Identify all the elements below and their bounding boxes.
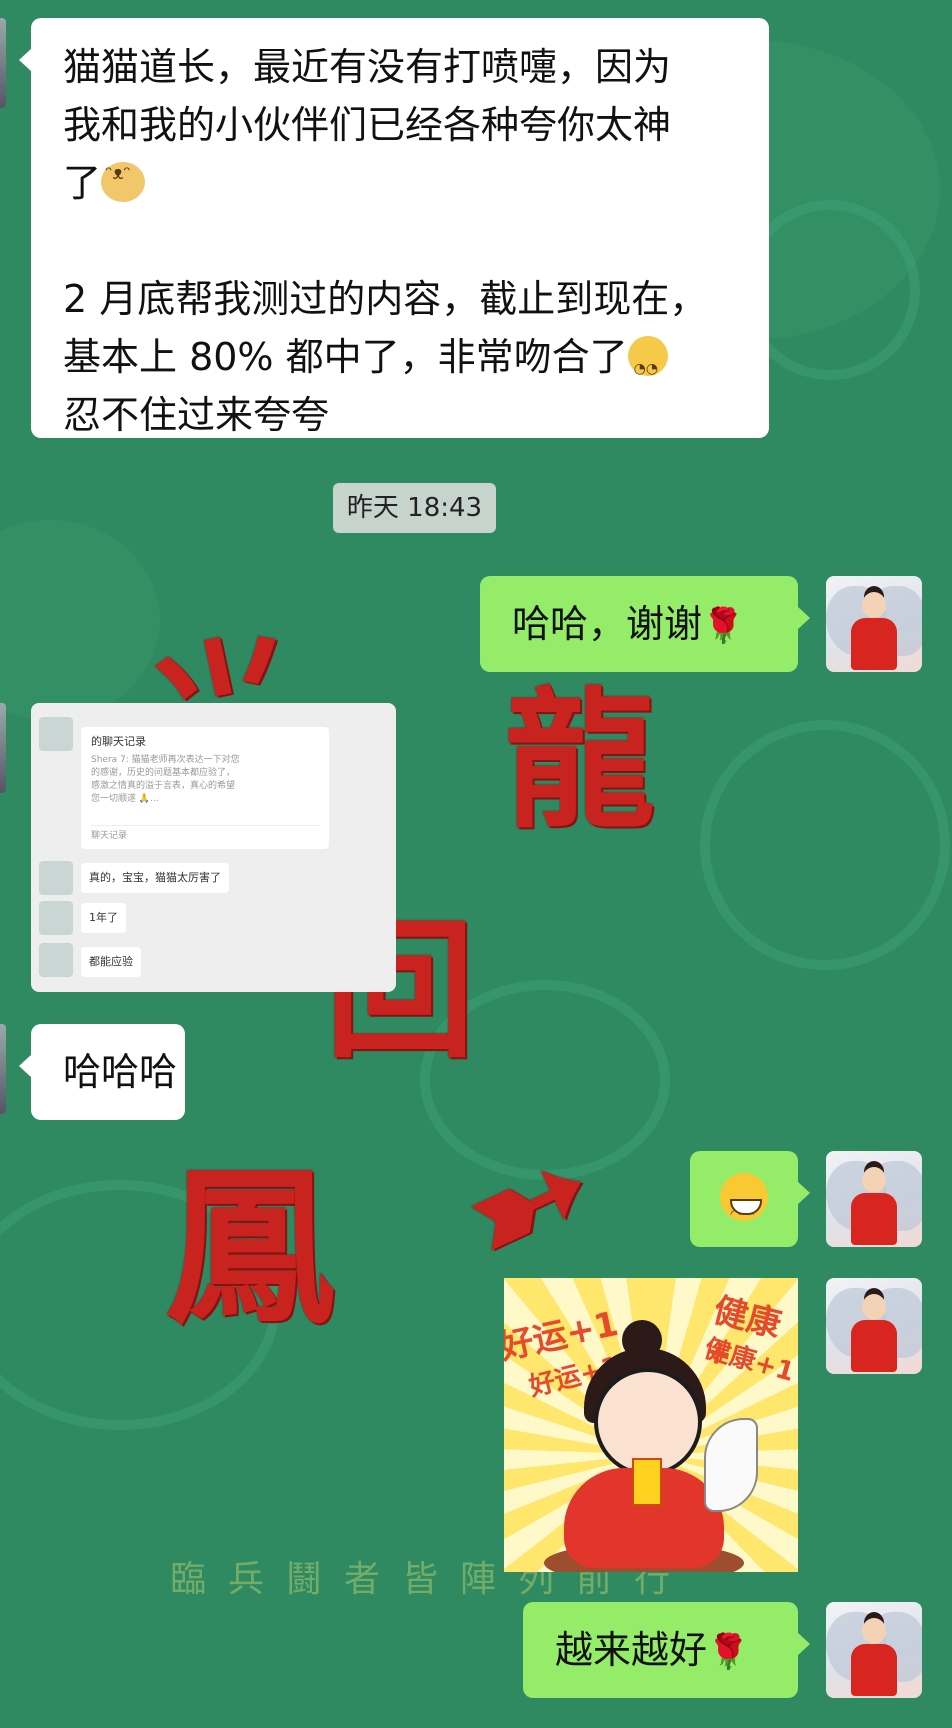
- card-line: 您一切顺遂 🙏...: [91, 794, 159, 804]
- sticker-image[interactable]: 好运+1 健康+ 好运+1 健康+1: [504, 1278, 798, 1572]
- bg-glyph-dragon: 龍: [505, 673, 656, 849]
- reply-bubble: 真的，宝宝，猫猫太厉害了: [81, 863, 229, 893]
- message-text: 越来越好: [555, 1628, 708, 1672]
- avatar-decoration: [851, 618, 897, 670]
- avatar-decoration: [851, 1193, 897, 1245]
- avatar[interactable]: [0, 703, 6, 793]
- avatar-decoration: [862, 1618, 886, 1644]
- avatar-decoration: [851, 1320, 897, 1372]
- avatar-decoration: [862, 592, 886, 618]
- avatar[interactable]: [0, 18, 6, 108]
- avatar[interactable]: [826, 1151, 922, 1247]
- grinning-face-icon: ◠ ◠: [720, 1173, 768, 1221]
- chat-screenshot-image[interactable]: 的聊天记录 Shera 7: 猫猫老师再次表达一下对您 的感谢，历史的问题基本都…: [31, 703, 396, 992]
- rose-icon: 🌹: [702, 606, 745, 646]
- sticker-decoration: [632, 1458, 662, 1506]
- avatar-decoration: [862, 1167, 886, 1193]
- message-line: 猫猫道长，最近有没有打喷嚏，因为: [63, 45, 672, 89]
- avatar[interactable]: [826, 576, 922, 672]
- avatar: [39, 717, 73, 751]
- message-text: 哈哈哈: [63, 1050, 178, 1094]
- reply-bubble: 1年了: [81, 903, 126, 933]
- message-line: 了: [63, 161, 102, 205]
- dog-face-icon: [101, 162, 146, 202]
- avatar-decoration: [851, 1644, 897, 1696]
- chat-history-card: 的聊天记录 Shera 7: 猫猫老师再次表达一下对您 的感谢，历史的问题基本都…: [81, 727, 329, 849]
- message-bubble[interactable]: 越来越好🌹: [523, 1602, 810, 1698]
- avatar[interactable]: [0, 1024, 6, 1114]
- avatar[interactable]: [826, 1278, 922, 1374]
- message-bubble[interactable]: 猫猫道长，最近有没有打喷嚏，因为 我和我的小伙伴们已经各种夸你太神 了 2 月底…: [19, 18, 769, 438]
- message-line: 忍不住过来夸夸: [63, 393, 330, 437]
- reply-bubble: 都能应验: [81, 947, 141, 977]
- message-bubble[interactable]: 哈哈哈: [19, 1024, 185, 1120]
- message-line: 基本上 80% 都中了，非常吻合了: [63, 335, 628, 379]
- message-bubble[interactable]: ◠ ◠: [690, 1151, 810, 1247]
- bg-decoration: [700, 720, 950, 970]
- message-line: 2 月底帮我测过的内容，截止到现在，: [63, 277, 708, 321]
- avatar: [39, 861, 73, 895]
- message-text: 猫猫道长，最近有没有打喷嚏，因为 我和我的小伙伴们已经各种夸你太神 了 2 月底…: [63, 38, 707, 444]
- avatar: [39, 943, 73, 977]
- sticker-decoration: [704, 1418, 758, 1512]
- rose-icon: 🌹: [707, 1632, 750, 1672]
- card-title: 的聊天记录: [91, 735, 146, 748]
- avatar[interactable]: [826, 1602, 922, 1698]
- avatar: [39, 901, 73, 935]
- thinking-face-icon: [627, 336, 668, 398]
- card-footer: 聊天记录: [91, 825, 319, 843]
- message-line: 我和我的小伙伴们已经各种夸你太神: [63, 103, 672, 147]
- message-line: [63, 212, 707, 270]
- timestamp: 昨天 18:43: [333, 483, 496, 533]
- bg-glyph-phoenix: 鳳: [165, 1148, 336, 1348]
- card-line: Shera 7: 猫猫老师再次表达一下对您: [91, 755, 240, 765]
- card-line: 的感谢，历史的问题基本都应验了，: [91, 768, 236, 778]
- avatar-decoration: [862, 1294, 886, 1320]
- message-bubble[interactable]: 哈哈，谢谢🌹: [480, 576, 810, 672]
- card-line: 感激之情真的溢于言表，真心的希望: [91, 781, 236, 791]
- message-text: 哈哈，谢谢: [512, 602, 703, 646]
